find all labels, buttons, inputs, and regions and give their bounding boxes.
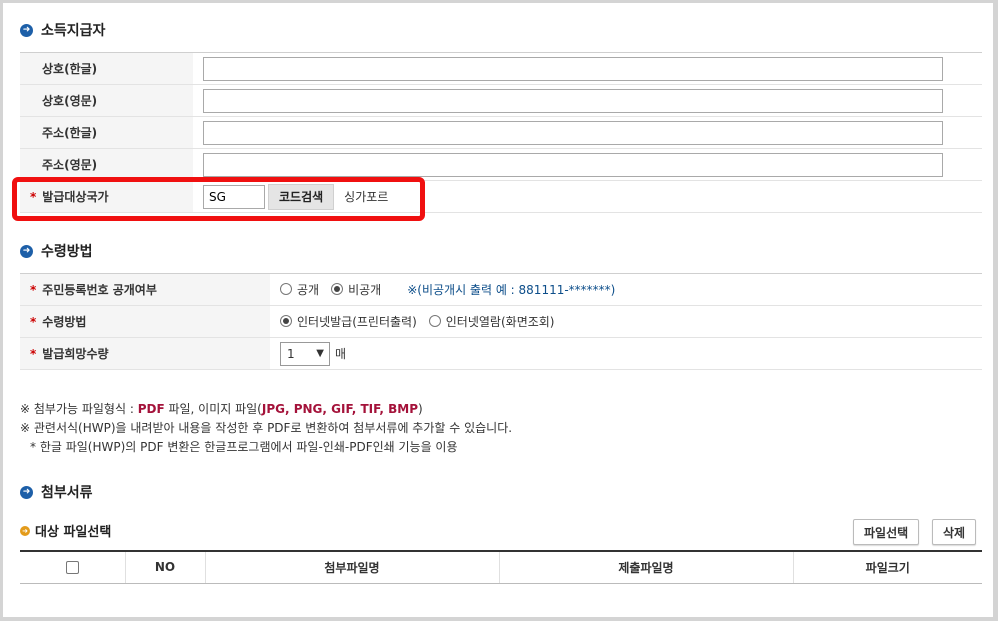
note-pdf: PDF — [137, 402, 165, 416]
address-eng-input[interactable] — [203, 152, 943, 177]
delete-button[interactable]: 삭제 — [932, 519, 977, 545]
file-select-subtitle-text: 대상 파일선택 — [35, 525, 112, 540]
issuer-form-table: 상호(한글) 상호(영문) 주소(한글) 주소(영문) * 발급대상국가 코드검색… — [20, 52, 982, 213]
section-title-issuer: ➜ 소득지급자 — [20, 20, 105, 40]
company-name-kor-input[interactable] — [203, 56, 943, 81]
code-search-button[interactable]: 코드검색 — [268, 183, 335, 210]
form-row: 주소(영문) — [20, 148, 982, 181]
column-header: 제출파일명 — [499, 551, 794, 584]
radio-view-label[interactable]: 인터넷열람(화면조회) — [446, 313, 555, 330]
form-row-country: * 발급대상국가 코드검색 싱가포르 — [20, 180, 982, 213]
field-label: 주소(한글) — [20, 116, 193, 149]
page-frame: ➜ 소득지급자 상호(한글) 상호(영문) 주소(한글) 주소(영문) * 발급대… — [3, 3, 993, 617]
note-mid: 파일, 이미지 파일( — [164, 402, 262, 416]
file-select-button[interactable]: 파일선택 — [853, 519, 920, 545]
column-header: 파일크기 — [793, 551, 982, 584]
disclosure-note: ※(비공개시 출력 예 : 881111-*******) — [407, 282, 616, 297]
radio-public[interactable] — [280, 283, 292, 296]
radio-print[interactable] — [280, 315, 292, 328]
field-label: 주소(영문) — [20, 148, 193, 181]
note-prefix: ※ 첨부가능 파일형식 : — [20, 402, 138, 416]
required-mark: * — [30, 283, 37, 297]
arrow-circle-icon: ➜ — [20, 244, 33, 258]
chevron-down-icon: ▼ — [316, 348, 324, 359]
section-title-receipt: ➜ 수령방법 — [20, 241, 93, 261]
arrow-circle-icon: ➜ — [20, 485, 33, 499]
disclosure-label: 주민등록번호 공개여부 — [42, 283, 157, 297]
arrow-circle-icon: ➜ — [20, 525, 30, 536]
company-name-eng-input[interactable] — [203, 88, 943, 113]
radio-private[interactable] — [331, 283, 344, 296]
field-label: 상호(한글) — [20, 52, 193, 85]
note-line-3: * 한글 파일(HWP)의 PDF 변환은 한글프로그램에서 파일-인쇄-PDF… — [30, 440, 458, 454]
country-code-input[interactable] — [203, 184, 265, 209]
note-line-1: ※ 첨부가능 파일형식 : PDF 파일, 이미지 파일(JPG, PNG, G… — [20, 400, 512, 419]
form-row: 주소(한글) — [20, 116, 982, 149]
column-header: NO — [125, 551, 206, 584]
address-kor-input[interactable] — [203, 120, 943, 145]
country-name-text: 싱가포르 — [344, 190, 389, 204]
form-row: * 주민등록번호 공개여부 공개 비공개 ※(비공개시 출력 예 : 881111… — [20, 273, 982, 306]
required-mark: * — [30, 190, 37, 204]
arrow-circle-icon: ➜ — [20, 23, 33, 37]
section-title-issuer-text: 소득지급자 — [41, 23, 106, 39]
note-line-2: ※ 관련서식(HWP)을 내려받아 내용을 작성한 후 PDF로 변환하여 첨부… — [20, 421, 513, 435]
quantity-label: 발급희망수량 — [42, 347, 109, 361]
note-formats: JPG, PNG, GIF, TIF, BMP — [261, 402, 419, 416]
section-title-attachments: ➜ 첨부서류 — [20, 482, 93, 502]
select-all-cell — [20, 551, 126, 584]
table-header-row: NO 첨부파일명 제출파일명 파일크기 — [20, 551, 982, 584]
country-label: 발급대상국가 — [42, 190, 109, 204]
form-row: * 발급희망수량 1 ▼ 매 — [20, 337, 982, 370]
radio-private-label[interactable]: 비공개 — [348, 281, 381, 298]
section-title-attachments-text: 첨부서류 — [41, 485, 93, 501]
note-suffix: ) — [418, 402, 423, 416]
quantity-value: 1 — [287, 346, 295, 361]
form-row: * 수령방법 인터넷발급(프린터출력) 인터넷열람(화면조회) — [20, 305, 982, 338]
form-row: 상호(한글) — [20, 52, 982, 85]
notes-block: ※ 첨부가능 파일형식 : PDF 파일, 이미지 파일(JPG, PNG, G… — [20, 400, 512, 457]
quantity-select[interactable]: 1 ▼ — [280, 341, 330, 366]
radio-view[interactable] — [428, 315, 441, 328]
radio-public-label[interactable]: 공개 — [297, 281, 319, 298]
select-all-checkbox[interactable] — [65, 561, 79, 575]
form-row: 상호(영문) — [20, 84, 982, 117]
attachments-table: NO 첨부파일명 제출파일명 파일크기 — [20, 550, 982, 584]
method-label: 수령방법 — [42, 315, 87, 329]
field-label: 상호(영문) — [20, 84, 193, 117]
required-mark: * — [30, 347, 37, 361]
radio-print-label[interactable]: 인터넷발급(프린터출력) — [297, 313, 417, 330]
file-select-subtitle: ➜ 대상 파일선택 — [20, 521, 111, 540]
required-mark: * — [30, 315, 37, 329]
column-header: 첨부파일명 — [205, 551, 500, 584]
receipt-form-table: * 주민등록번호 공개여부 공개 비공개 ※(비공개시 출력 예 : 881111… — [20, 273, 982, 370]
section-title-receipt-text: 수령방법 — [41, 244, 93, 260]
quantity-unit: 매 — [335, 347, 347, 361]
